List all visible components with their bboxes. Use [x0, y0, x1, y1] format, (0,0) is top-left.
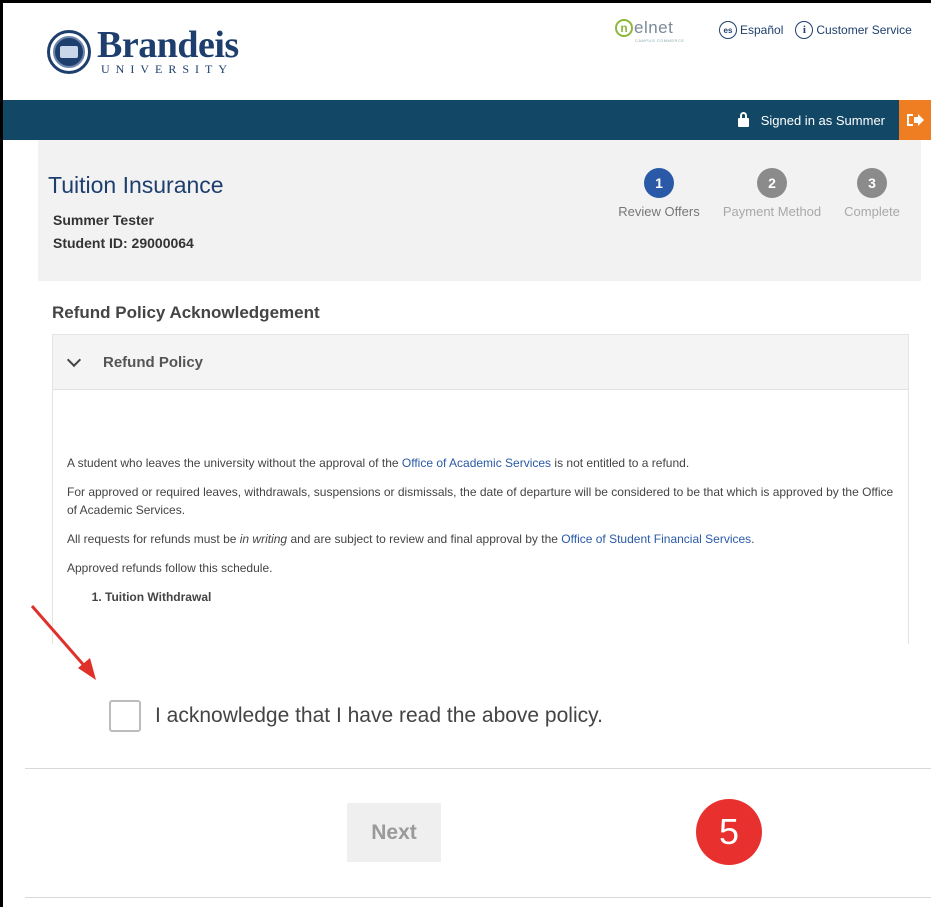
policy-paragraph: A student who leaves the university with… [67, 456, 690, 470]
office-student-financial-services-link[interactable]: Office of Student Financial Services [561, 532, 751, 546]
accordion-header[interactable]: Refund Policy [53, 335, 908, 390]
logo-name: Brandeis [97, 24, 239, 66]
site-header: Brandeis UNIVERSITY n elnet CAMPUS COMME… [3, 3, 931, 100]
lock-icon [737, 111, 749, 127]
section-title: Refund Policy Acknowledgement [52, 303, 320, 322]
language-icon: es [719, 21, 737, 39]
top-links: es Español i Customer Service [719, 21, 924, 39]
summary-panel: Tuition Insurance Summer Tester Student … [38, 140, 921, 281]
step-label: Review Offers [618, 204, 700, 219]
divider [25, 768, 931, 769]
nelnet-n-icon: n [615, 19, 633, 37]
red-arrow-annotation [30, 605, 96, 680]
divider [25, 897, 931, 898]
step-number: 2 [757, 168, 787, 198]
nav-bar: Signed in as Summer [3, 100, 931, 140]
step-label: Payment Method [722, 204, 822, 219]
chevron-down-icon [66, 352, 82, 368]
nelnet-tagline: CAMPUS COMMERCE [635, 38, 685, 43]
step-number: 1 [644, 168, 674, 198]
nelnet-logo: n elnet CAMPUS COMMERCE [615, 18, 685, 43]
customer-service-label: Customer Service [816, 23, 912, 37]
step-payment-method: 2 Payment Method [722, 168, 822, 219]
signed-in-label: Signed in as Summer [760, 112, 885, 128]
refund-schedule-list: Tuition Withdrawal [105, 588, 894, 606]
brandeis-logo[interactable]: Brandeis UNIVERSITY [47, 24, 239, 76]
logout-button[interactable] [899, 100, 931, 140]
signed-in-status: Signed in as Summer [737, 100, 885, 140]
logout-icon [907, 114, 924, 126]
logo-subtitle: UNIVERSITY [101, 62, 233, 76]
info-icon: i [795, 21, 814, 39]
step-review-offers: 1 Review Offers [609, 168, 709, 219]
step-complete: 3 Complete [822, 168, 922, 219]
step-number-badge: 5 [696, 799, 762, 865]
step-number: 3 [857, 168, 887, 198]
step-label: Complete [844, 204, 900, 219]
accordion-body: A student who leaves the university with… [53, 390, 908, 606]
policy-paragraph: Approved refunds follow this schedule. [67, 561, 273, 575]
accordion-title: Refund Policy [103, 353, 204, 371]
list-item: Tuition Withdrawal [105, 588, 894, 606]
refund-policy-accordion: Refund Policy A student who leaves the u… [52, 334, 909, 644]
policy-paragraph: For approved or required leaves, withdra… [67, 485, 894, 517]
progress-steps: 1 Review Offers 2 Payment Method 3 Compl… [38, 168, 921, 228]
espanol-link[interactable]: es Español [719, 21, 783, 39]
customer-service-link[interactable]: i Customer Service [795, 21, 912, 39]
office-academic-services-link[interactable]: Office of Academic Services [402, 456, 551, 470]
student-id: Student ID: 29000064 [53, 235, 194, 251]
policy-paragraph: All requests for refunds must be in writ… [67, 532, 755, 546]
nelnet-wordmark: elnet [634, 18, 674, 37]
acknowledge-checkbox[interactable] [109, 700, 141, 732]
acknowledge-row: I acknowledge that I have read the above… [109, 700, 603, 732]
acknowledge-label[interactable]: I acknowledge that I have read the above… [155, 704, 603, 728]
brandeis-seal-icon [47, 29, 91, 74]
next-button[interactable]: Next [347, 803, 441, 862]
espanol-label: Español [740, 23, 784, 37]
